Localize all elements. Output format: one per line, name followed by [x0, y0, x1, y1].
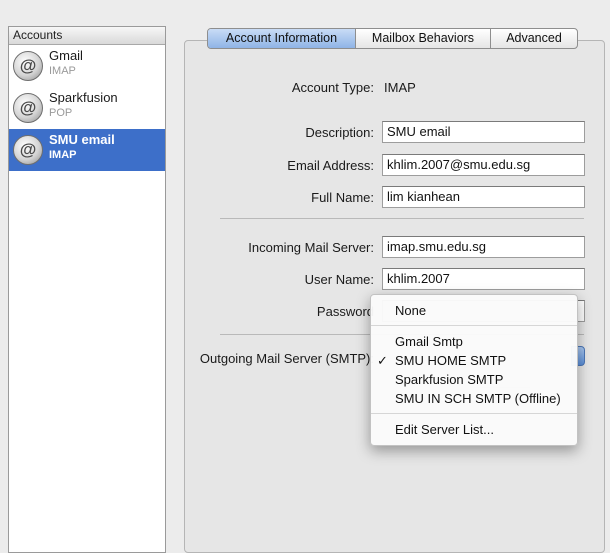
at-sign-icon: @ — [13, 51, 43, 81]
description-label: Description: — [305, 125, 374, 140]
password-label: Password — [316, 304, 374, 319]
account-item-gmail[interactable]: @ Gmail IMAP — [9, 45, 165, 87]
account-name: Gmail — [49, 48, 83, 63]
at-sign-icon: @ — [13, 93, 43, 123]
account-type: IMAP — [49, 65, 76, 77]
menu-item-label: SMU IN SCH SMTP (Offline) — [395, 391, 561, 406]
menu-item-none[interactable]: None — [371, 301, 577, 320]
menu-item-smu-home-smtp[interactable]: ✓ SMU HOME SMTP — [371, 351, 577, 370]
incoming-server-label: Incoming Mail Server: — [248, 240, 374, 255]
account-item-sparkfusion[interactable]: @ Sparkfusion POP — [9, 87, 165, 129]
account-type: IMAP — [49, 149, 77, 161]
checkmark-icon: ✓ — [377, 353, 388, 368]
account-type: POP — [49, 107, 73, 119]
menu-separator — [371, 413, 577, 414]
account-type-label: Account Type: — [291, 80, 374, 95]
tab-mailbox-behaviors[interactable]: Mailbox Behaviors — [356, 29, 491, 48]
full-name-field[interactable]: lim kianhean — [382, 186, 585, 208]
menu-item-label: Sparkfusion SMTP — [395, 372, 504, 387]
menu-item-smu-in-sch-smtp[interactable]: SMU IN SCH SMTP (Offline) — [371, 389, 577, 408]
menu-item-sparkfusion-smtp[interactable]: Sparkfusion SMTP — [371, 370, 577, 389]
accounts-header: Accounts — [9, 27, 165, 45]
account-type-value: IMAP — [384, 80, 416, 95]
menu-item-edit-server-list[interactable]: Edit Server List... — [371, 420, 577, 439]
smtp-server-menu: None Gmail Smtp ✓ SMU HOME SMTP Sparkfus… — [370, 294, 578, 446]
menu-item-label: SMU HOME SMTP — [395, 353, 507, 368]
email-address-label: Email Address: — [287, 158, 374, 173]
menu-item-label: Gmail Smtp — [395, 334, 463, 349]
outgoing-server-label: Outgoing Mail Server (SMTP): — [199, 351, 374, 366]
menu-item-gmail-smtp[interactable]: Gmail Smtp — [371, 332, 577, 351]
section-divider — [220, 218, 584, 219]
full-name-label: Full Name: — [311, 190, 374, 205]
tab-advanced[interactable]: Advanced — [491, 29, 577, 48]
tab-account-information[interactable]: Account Information — [208, 29, 356, 48]
menu-separator — [371, 325, 577, 326]
accounts-sidebar: Accounts @ Gmail IMAP @ Sparkfusion POP … — [8, 26, 166, 553]
account-name: Sparkfusion — [49, 90, 118, 105]
account-name: SMU email — [49, 132, 115, 147]
description-field[interactable]: SMU email — [382, 121, 585, 143]
account-item-smu-email[interactable]: @ SMU email IMAP — [9, 129, 165, 171]
settings-tab-bar: Account Information Mailbox Behaviors Ad… — [207, 28, 578, 49]
user-name-label: User Name: — [304, 272, 374, 287]
at-sign-icon: @ — [13, 135, 43, 165]
email-address-field[interactable]: khlim.2007@smu.edu.sg — [382, 154, 585, 176]
user-name-field[interactable]: khlim.2007 — [382, 268, 585, 290]
incoming-server-field[interactable]: imap.smu.edu.sg — [382, 236, 585, 258]
